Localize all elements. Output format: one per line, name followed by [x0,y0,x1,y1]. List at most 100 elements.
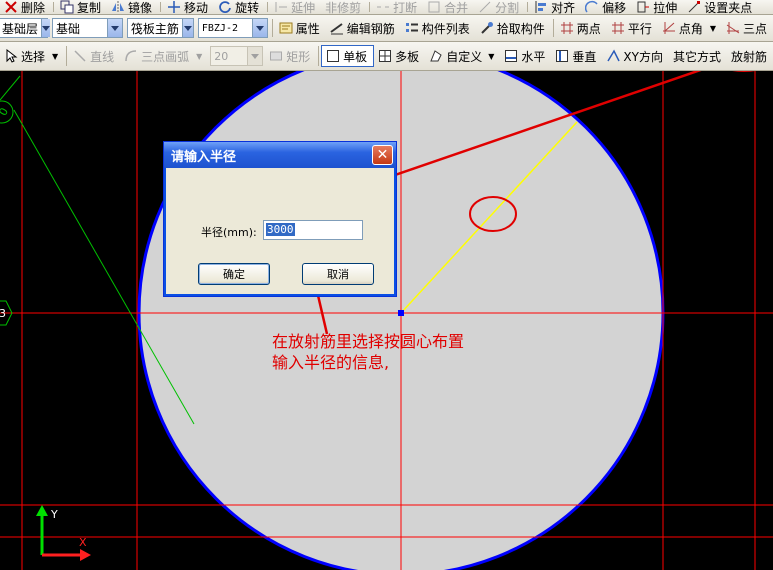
offset-button[interactable]: 偏移 [581,0,632,14]
grid-icon [560,21,574,35]
x-axis-label: X [79,536,87,549]
extend-button[interactable]: 延伸 [270,0,321,14]
rectangle-icon [269,49,283,63]
dropdown-arrow-icon: ▼ [196,51,203,61]
align-button[interactable]: 对齐 [530,0,581,14]
chevron-down-icon [251,19,267,37]
component-list-button[interactable]: 构件列表 [401,15,476,41]
vertical-button[interactable]: 垂直 [551,42,602,70]
custom-icon [429,49,443,63]
xy-direction-button[interactable]: XY方向 [602,42,669,70]
move-button[interactable]: 移动 [163,0,214,14]
horizontal-button[interactable]: 水平 [500,42,551,70]
center-point[interactable] [398,310,404,316]
radius-label: 半径(mm): [201,226,257,239]
eyedropper-icon [480,21,494,35]
dropdown-arrow-icon: ▼ [709,23,716,33]
pick-component-button[interactable]: 拾取构件 [476,15,551,41]
edit-toolbar: 删除 复制 镜像 移动 旋转 延伸 非修剪 打断 合并 分割 对齐 偏移 拉伸 … [0,0,773,15]
angle-icon [662,21,676,35]
separator [369,2,371,12]
edit-rebar-button[interactable]: 编辑钢筋 [326,15,401,41]
separator [267,2,269,12]
cursor-icon [4,49,18,63]
rectangle-button[interactable]: 矩形 [265,42,316,70]
radius-input-value: 3000 [266,223,295,236]
custom-button[interactable]: 自定义 ▼ [425,42,500,70]
radial-rebar-button[interactable]: 放射筋 [727,42,773,70]
chevron-down-icon [41,19,51,37]
cancel-button[interactable]: 取消 [302,263,374,285]
copy-icon [60,0,74,14]
vertical-icon [555,49,569,63]
delete-button[interactable]: 删除 [0,0,51,14]
close-button[interactable]: ✕ [372,145,393,165]
annotation-note: 在放射筋里选择按圆心布置 输入半径的信息, [272,331,464,373]
edit-rebar-icon [330,21,344,35]
separator [66,46,68,66]
arc-value-select[interactable]: 20 [210,46,264,66]
properties-button[interactable]: 属性 [275,15,326,41]
grip-icon [687,0,701,14]
separator [53,2,55,12]
set-grip-button[interactable]: 设置夹点 [683,0,758,14]
select-button[interactable]: 选择 ▼ [0,42,64,70]
trim-button[interactable]: 非修剪 [321,0,367,15]
multi-slab-button[interactable]: 多板 [374,42,425,70]
ok-button[interactable]: 确定 [198,263,270,285]
draw-toolbar: 选择 ▼ 直线 三点画弧 ▼ 20 矩形 单板 多板 自定义 ▼ 水平 垂直 XY方向… [0,42,773,71]
offset-icon [585,0,599,14]
layer-select[interactable]: 基础层 [0,18,51,38]
dialog-titlebar[interactable]: 请输入半径 ✕ [164,142,396,168]
left-mark-text: 0 [0,106,11,119]
three-point-button[interactable]: 三点 [722,15,773,41]
stretch-button[interactable]: 拉伸 [632,0,683,14]
single-slab-icon [326,49,340,63]
split-button[interactable]: 分割 [474,0,525,14]
merge-button[interactable]: 合并 [423,0,474,14]
radius-input[interactable]: 3000 [263,220,363,240]
list-icon [405,21,419,35]
arc-icon [124,49,138,63]
separator [318,46,320,66]
single-slab-button[interactable]: 单板 [321,45,375,67]
multi-slab-icon [378,49,392,63]
separator [552,18,554,38]
other-methods-button[interactable]: 其它方式 [669,42,727,70]
three-point-arc-button[interactable]: 三点画弧 ▼ [120,42,208,70]
split-icon [478,0,492,14]
sub-type-select[interactable]: 筏板主筋 [126,18,194,38]
break-icon [376,0,390,14]
y-axis-label: Y [50,508,58,521]
separator [527,2,529,12]
type-select[interactable]: 基础 [52,18,123,38]
component-select[interactable]: FBZJ-2 [197,18,268,38]
chevron-down-icon [247,47,263,65]
horizontal-icon [504,49,518,63]
chevron-down-icon [181,19,193,37]
point-angle-button[interactable]: 点角 ▼ [658,15,722,41]
annotation-line-1: 在放射筋里选择按圆心布置 [272,332,465,351]
rotate-button[interactable]: 旋转 [214,0,265,14]
radius-input-dialog: 请输入半径 ✕ 半径(mm): 3000 确定 取消 [163,141,397,297]
two-point-button[interactable]: 两点 [556,15,607,41]
left-mark-text: 3 [0,307,6,320]
move-icon [167,0,181,14]
merge-icon [427,0,441,14]
separator [271,18,273,38]
properties-icon [279,21,293,35]
component-toolbar: 基础层 基础 筏板主筋 FBZJ-2 属性 编辑钢筋 构件列表 拾取构件 两点 … [0,15,773,42]
rotate-icon [218,0,232,14]
mirror-icon [111,0,125,14]
line-button[interactable]: 直线 [69,42,120,70]
parallel-button[interactable]: 平行 [607,15,658,41]
close-icon: ✕ [376,147,389,163]
break-button[interactable]: 打断 [372,0,423,14]
xy-direction-icon [606,49,621,63]
mirror-button[interactable]: 镜像 [107,0,158,14]
green-guide-line [0,75,21,101]
copy-button[interactable]: 复制 [56,0,107,14]
line-icon [73,49,87,63]
dropdown-arrow-icon: ▼ [488,51,495,61]
extend-icon [274,0,288,14]
